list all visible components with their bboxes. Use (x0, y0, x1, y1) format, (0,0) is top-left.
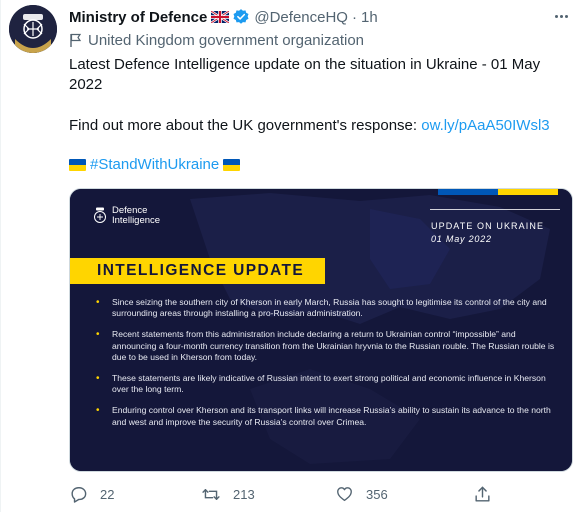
handle[interactable]: @DefenceHQ (254, 9, 348, 26)
tweet-text-line-1: Latest Defence Intelligence update on th… (69, 56, 541, 93)
update-title: UPDATE ON UKRAINE (431, 221, 545, 231)
display-name[interactable]: Ministry of Defence (69, 9, 207, 26)
bullet-point: Since seizing the southern city of Khers… (96, 297, 558, 319)
update-bullets: Since seizing the southern city of Khers… (96, 297, 558, 438)
verified-badge-icon (232, 8, 250, 26)
more-options-icon[interactable] (549, 6, 573, 26)
reply-count: 22 (100, 486, 115, 502)
intelligence-update-banner: INTELLIGENCE UPDATE (70, 258, 325, 284)
response-text: Find out more about the UK government's … (69, 117, 422, 134)
update-date: 01 May 2022 (431, 234, 492, 244)
reply-icon (71, 486, 87, 503)
share-button[interactable] (473, 484, 492, 504)
tweet[interactable]: Ministry of Defence @DefenceHQ · 1h Unit… (0, 0, 585, 512)
tweet-actions: 22 213 356 (69, 484, 569, 504)
retweet-count: 213 (233, 486, 255, 502)
ukraine-colour-stripe (438, 189, 558, 195)
bullet-point: Recent statements from this administrati… (96, 329, 558, 363)
ukraine-flag-icon (69, 159, 86, 171)
crest-icon (92, 207, 108, 225)
share-icon (475, 486, 490, 502)
flag-icon (69, 33, 83, 48)
avatar[interactable] (9, 5, 57, 53)
tweet-header: Ministry of Defence @DefenceHQ · 1h (69, 6, 378, 28)
like-button[interactable]: 356 (335, 484, 388, 504)
ukraine-flag-icon (223, 159, 241, 171)
defence-intelligence-logo: Defence Intelligence (92, 206, 160, 226)
timestamp[interactable]: 1h (361, 9, 378, 26)
separator-dot: · (351, 8, 357, 26)
divider (430, 209, 560, 210)
account-label[interactable]: United Kingdom government organization (69, 31, 364, 49)
hashtag-line: #StandWithUkraine (69, 155, 569, 175)
tweet-text-line-2: Find out more about the UK government's … (69, 116, 569, 136)
timeline-divider (0, 0, 1, 512)
hashtag-link[interactable]: #StandWithUkraine (90, 155, 219, 175)
uk-flag-icon (211, 11, 230, 23)
brand-line-2: Intelligence (112, 215, 161, 226)
response-link[interactable]: ow.ly/pAaA50IWsl3 (421, 117, 549, 134)
like-icon (337, 487, 352, 502)
like-count: 356 (366, 486, 388, 502)
retweet-button[interactable]: 213 (201, 484, 255, 504)
bullet-point: Enduring control over Kherson and its tr… (96, 405, 558, 427)
update-heading: UPDATE ON UKRAINE 01 May 2022 (420, 209, 560, 244)
retweet-icon (202, 488, 220, 500)
intelligence-update-image[interactable]: Defence Intelligence UPDATE ON UKRAINE 0… (69, 188, 573, 472)
reply-button[interactable]: 22 (69, 484, 114, 504)
banner-text: INTELLIGENCE UPDATE (97, 262, 305, 279)
bullet-point: These statements are likely indicative o… (96, 373, 558, 395)
label-text: United Kingdom government organization (88, 31, 364, 49)
